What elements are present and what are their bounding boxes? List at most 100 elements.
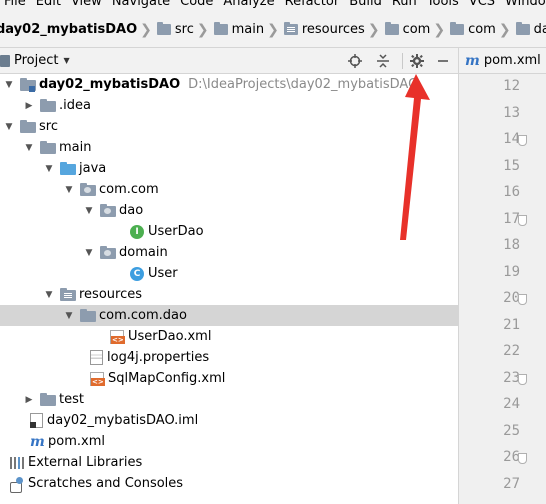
tree-item-com-com-dao[interactable]: ▼ com.com.dao	[0, 305, 458, 326]
fold-marker[interactable]	[518, 373, 527, 385]
folder-icon	[40, 141, 56, 154]
breadcrumb-item-dao[interactable]: dao	[514, 22, 546, 37]
maven-icon: m	[465, 52, 480, 69]
folder-icon	[515, 22, 530, 35]
tree-item-root[interactable]: ▼ day02_mybatisDAO D:\IdeaProjects\day02…	[0, 74, 458, 95]
project-view-selector[interactable]: Project ▼	[0, 53, 70, 68]
breadcrumb-item-project[interactable]: day02_mybatisDAO	[0, 22, 137, 37]
tree-item-src[interactable]: ▼ src	[0, 116, 458, 137]
menu-item-analyze[interactable]: Analyze	[223, 0, 274, 10]
line-number: 19	[503, 263, 520, 280]
menu-item-tools[interactable]: Tools	[427, 0, 459, 10]
line-number: 26	[503, 449, 520, 465]
chevron-down-icon[interactable]: ▼	[4, 80, 14, 90]
source-folder-icon	[60, 162, 76, 175]
chevron-down-icon[interactable]: ▼	[84, 248, 94, 258]
scratches-icon	[10, 476, 24, 493]
project-icon	[0, 54, 10, 67]
menu-item-refactor[interactable]: Refactor	[285, 0, 340, 10]
folder-icon	[40, 393, 56, 406]
fold-marker[interactable]	[518, 453, 527, 464]
menu-item-vcs[interactable]: VCS	[469, 0, 495, 10]
chevron-down-icon[interactable]: ▼	[44, 290, 54, 300]
tree-item-resources[interactable]: ▼ resources	[0, 284, 458, 305]
line-number: 13	[503, 104, 520, 121]
collapse-icon[interactable]	[374, 52, 392, 70]
chevron-down-icon[interactable]: ▼	[4, 122, 14, 132]
project-toolbar: Project ▼	[0, 48, 458, 74]
line-number: 22	[503, 343, 520, 359]
menu-item-view[interactable]: View	[71, 0, 102, 10]
menu-item-window[interactable]: Window	[505, 0, 546, 10]
breadcrumb: day02_mybatisDAO ❯ src ❯ main ❯ resource…	[0, 12, 546, 48]
tree-item-test[interactable]: ▶ test	[0, 389, 458, 410]
folder-icon	[384, 22, 399, 35]
line-number: 21	[503, 316, 520, 333]
folder-icon	[450, 22, 465, 35]
line-number: 24	[503, 396, 520, 412]
breadcrumb-item-main[interactable]: main	[212, 22, 264, 37]
tree-item-userdao-xml[interactable]: UserDao.xml	[0, 326, 458, 347]
menu-item-code[interactable]: Code	[180, 0, 213, 10]
fold-marker[interactable]	[518, 135, 527, 146]
package-icon	[80, 183, 96, 196]
project-title: Project	[14, 53, 59, 68]
resources-folder-icon	[283, 22, 298, 35]
line-number: 16	[503, 184, 520, 200]
maven-icon: m	[30, 433, 45, 450]
folder-icon	[213, 22, 228, 35]
chevron-right-icon[interactable]: ▶	[24, 101, 34, 111]
line-number: 12	[503, 78, 520, 94]
tree-item-scratches[interactable]: Scratches and Consoles	[0, 473, 458, 494]
chevron-down-icon[interactable]: ▼	[84, 206, 94, 216]
line-number: 25	[503, 422, 520, 439]
tree-item-user[interactable]: C User	[0, 263, 458, 284]
line-number: 15	[503, 157, 520, 174]
breadcrumb-item-src[interactable]: src	[155, 22, 194, 37]
tree-item-iml[interactable]: day02_mybatisDAO.iml	[0, 410, 458, 431]
tree-item-userdao[interactable]: I UserDao	[0, 221, 458, 242]
tree-item-com-com[interactable]: ▼ com.com	[0, 179, 458, 200]
minimize-icon[interactable]	[434, 52, 452, 70]
line-number: 17	[503, 210, 520, 227]
fold-marker[interactable]	[518, 294, 527, 305]
editor-tab-label: pom.xml	[483, 53, 541, 68]
tree-item-java[interactable]: ▼ java	[0, 158, 458, 179]
locate-icon[interactable]	[346, 52, 364, 70]
editor-tab-pom[interactable]: m pom.xml	[458, 48, 546, 74]
menu-item-navigate[interactable]: Navigate	[112, 0, 170, 10]
menu-item-edit[interactable]: Edit	[36, 0, 61, 10]
chevron-down-icon[interactable]: ▼	[44, 164, 54, 174]
tree-item-pom[interactable]: m pom.xml	[0, 431, 458, 452]
breadcrumb-item-resources[interactable]: resources	[282, 22, 365, 37]
menu-item-run[interactable]: Run	[392, 0, 417, 10]
tree-item-domain[interactable]: ▼ domain	[0, 242, 458, 263]
properties-file-icon	[90, 350, 103, 365]
tree-item-external-libraries[interactable]: External Libraries	[0, 452, 458, 473]
menu-item-build[interactable]: Build	[349, 0, 382, 10]
fold-marker[interactable]	[518, 214, 527, 226]
folder-icon	[156, 22, 171, 35]
tree-item-main[interactable]: ▼ main	[0, 137, 458, 158]
tree-item-idea[interactable]: ▶ .idea	[0, 95, 458, 116]
menu-bar: File Edit View Navigate Code Analyze Refactor B…	[0, 0, 546, 12]
line-number: 23	[503, 369, 520, 386]
toolbar-divider	[402, 53, 403, 69]
chevron-down-icon[interactable]: ▼	[64, 185, 74, 195]
chevron-down-icon[interactable]: ▼	[24, 143, 34, 153]
package-icon	[100, 204, 116, 217]
chevron-right-icon[interactable]: ▶	[24, 395, 34, 405]
tree-item-dao[interactable]: ▼ dao	[0, 200, 458, 221]
tree-item-sqlmapconfig[interactable]: SqlMapConfig.xml	[0, 368, 458, 389]
project-tree: ▼ day02_mybatisDAO D:\IdeaProjects\day02…	[0, 74, 458, 504]
tree-item-log4j[interactable]: log4j.properties	[0, 347, 458, 368]
folder-icon	[20, 120, 36, 133]
gear-icon[interactable]	[408, 52, 426, 70]
line-number: 18	[503, 237, 520, 253]
folder-icon	[40, 99, 56, 112]
chevron-down-icon[interactable]: ▼	[64, 311, 74, 321]
breadcrumb-item-com[interactable]: com	[383, 22, 430, 37]
package-icon	[100, 246, 116, 259]
menu-item-file[interactable]: File	[4, 0, 26, 10]
breadcrumb-item-com-2[interactable]: com	[448, 22, 496, 37]
